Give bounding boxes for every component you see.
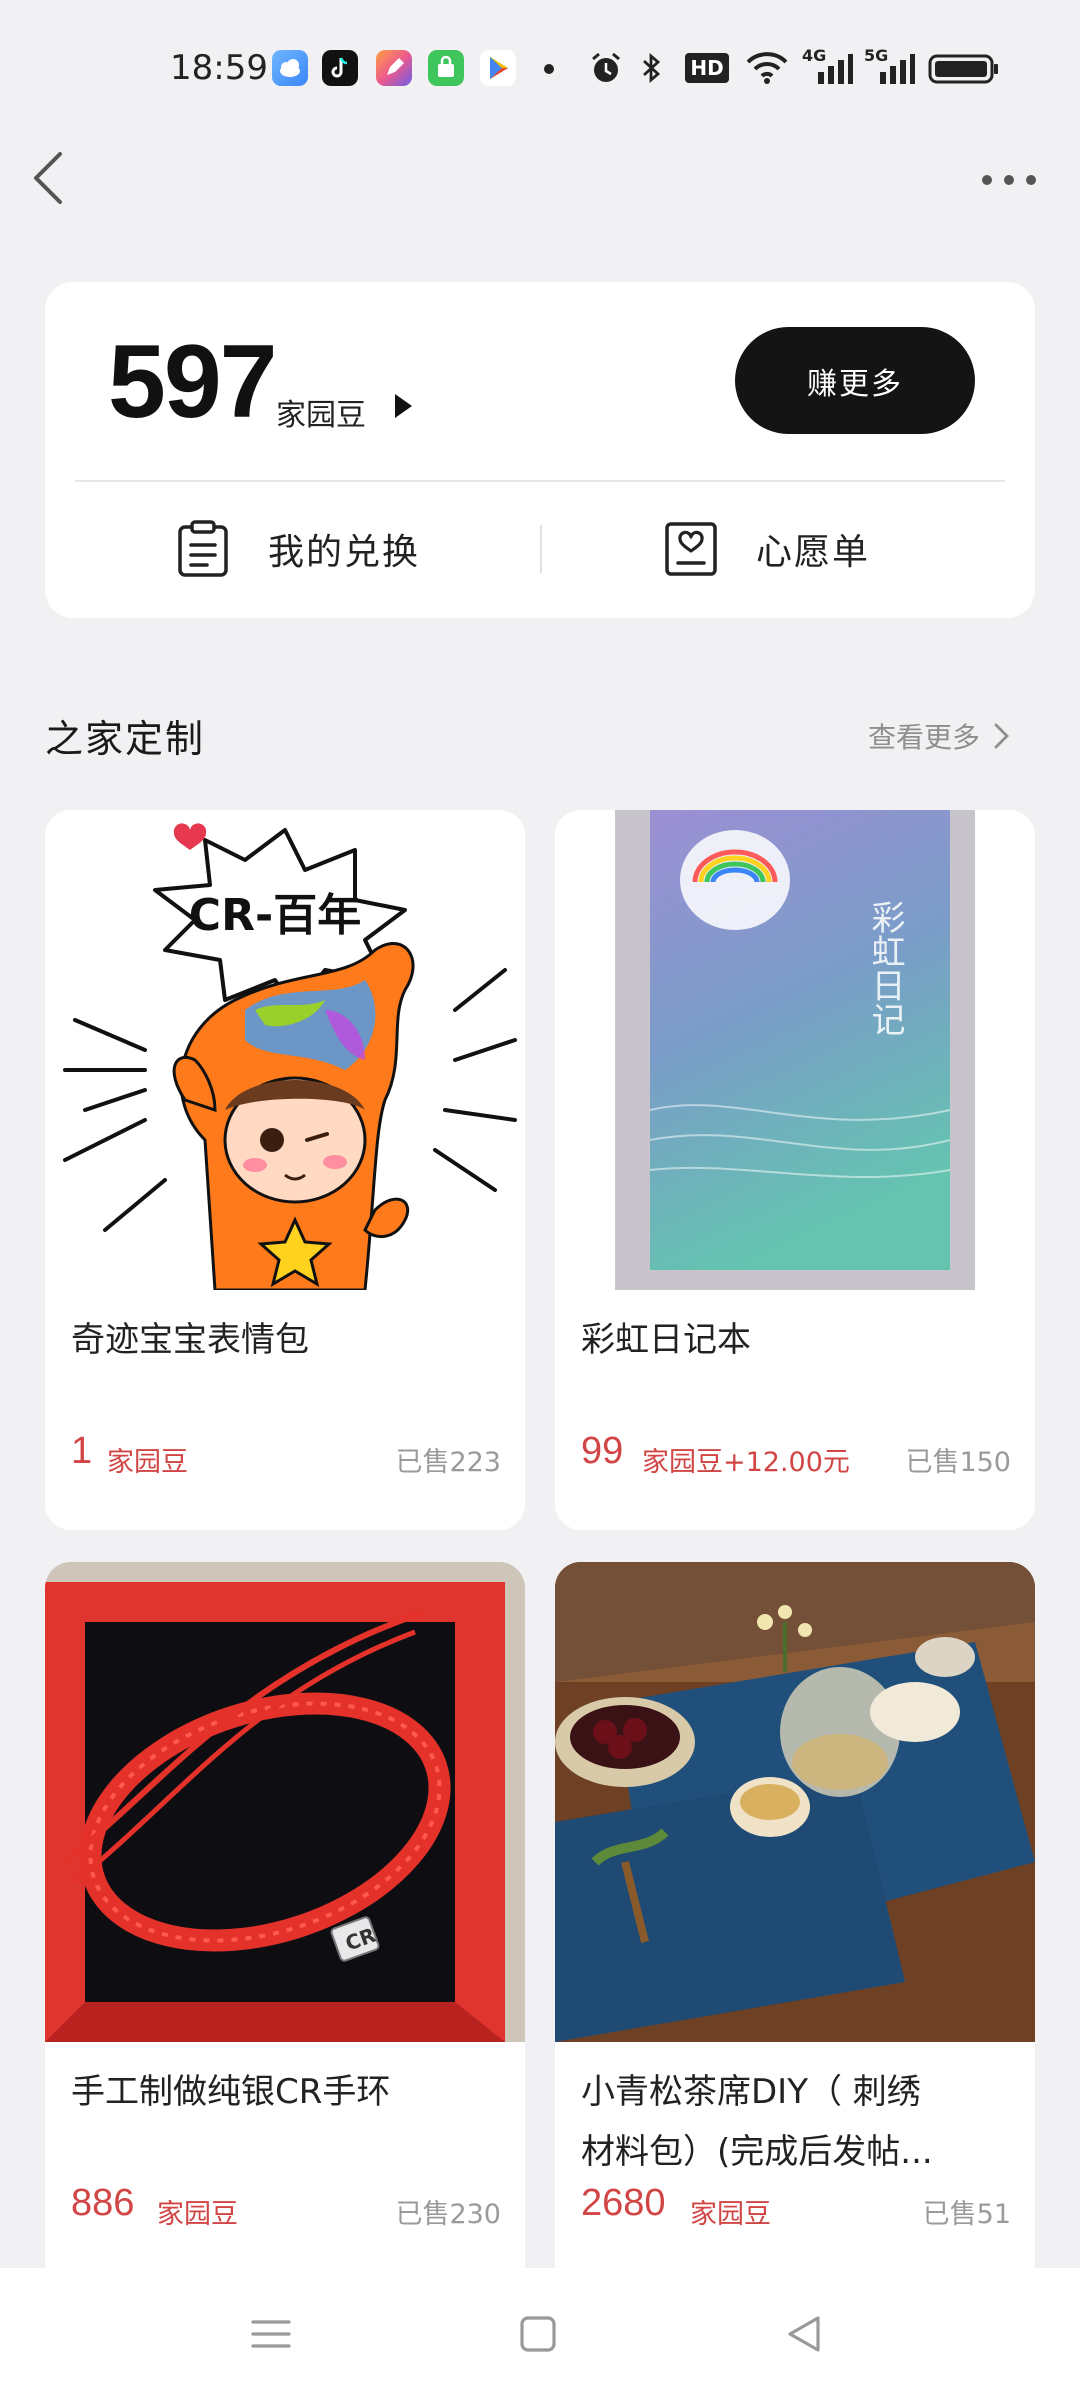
sticker-text: CR-百年 (189, 890, 361, 941)
product-sold-count: 已售150 (905, 1447, 1011, 1478)
hd-label: HD (685, 53, 729, 83)
section-title: 之家定制 (45, 717, 206, 761)
clipboard-icon (178, 520, 228, 577)
notification-dot-icon (544, 64, 554, 74)
chevron-right-icon (994, 723, 1009, 749)
product-image[interactable]: 彩虹日记 (555, 810, 1035, 1290)
notebook-cover-title: 彩虹日记 (865, 900, 905, 1036)
product-sold-count: 已售51 (922, 2199, 1011, 2230)
hd-icon: HD (685, 48, 729, 88)
product-price-unit: 家园豆+12.00元 (642, 1447, 850, 1478)
play-store-icon (480, 50, 516, 86)
back-nav-button[interactable] (778, 2308, 830, 2360)
chevron-left-icon (34, 152, 62, 204)
triangle-back-icon (788, 2316, 820, 2352)
my-exchange-label: 我的兑换 (268, 532, 421, 573)
product-name-line2: 材料包）(完成后发帖... (581, 2132, 933, 2172)
product-price: 99 (581, 1430, 624, 1472)
square-home-icon (520, 2316, 556, 2352)
product-sold-count: 已售223 (395, 1447, 501, 1478)
bluetooth-icon (636, 48, 668, 88)
home-button[interactable] (512, 2308, 564, 2360)
product-price: 1 (71, 1430, 93, 1472)
quick-links-separator (540, 525, 542, 573)
menu-lines-icon (251, 2320, 291, 2348)
product-card[interactable]: CR-百年 奇迹宝宝表情包 1 家园豆 已售223 (45, 810, 525, 1530)
wishlist-label: 心愿单 (756, 532, 871, 573)
points-balance[interactable]: 597 (108, 322, 278, 442)
product-price-unit: 家园豆 (690, 2199, 771, 2230)
product-name[interactable]: 奇迹宝宝表情包 (71, 1310, 501, 1370)
product-image[interactable] (555, 1562, 1035, 2042)
more-dots-icon (982, 175, 1036, 185)
product-price-unit: 家园豆 (157, 2199, 238, 2230)
weather-app-icon (272, 50, 308, 86)
alarm-icon (588, 48, 624, 88)
system-nav-bar (0, 2268, 1080, 2400)
product-price: 886 (71, 2182, 135, 2224)
my-exchange-link[interactable]: 我的兑换 (176, 514, 420, 584)
status-bar: 18:59 HD 4G 5G (0, 0, 1080, 140)
heart-card-icon (665, 522, 717, 576)
earn-more-button[interactable]: 赚更多 (735, 327, 975, 434)
product-price-unit: 家园豆 (107, 1447, 188, 1478)
product-sold-count: 已售230 (395, 2199, 501, 2230)
wishlist-link[interactable]: 心愿单 (664, 514, 870, 584)
signal-5g-icon: 5G (864, 46, 916, 88)
product-price: 2680 (581, 2182, 666, 2224)
more-options-button[interactable] (970, 160, 1048, 200)
battery-icon (928, 48, 1000, 88)
card-divider (75, 480, 1005, 482)
product-card[interactable]: 彩虹日记 彩虹日记本 99 家园豆+12.00元 已售150 (555, 810, 1035, 1530)
product-card[interactable]: CR 手工制做纯银CR手环 886 家园豆 已售230 (45, 1562, 525, 2292)
recent-apps-button[interactable] (245, 2308, 297, 2360)
back-button[interactable] (22, 146, 78, 210)
product-name[interactable]: 手工制做纯银CR手环 (71, 2062, 501, 2122)
product-name[interactable]: 小青松茶席DIY（ 刺绣 材料包）(完成后发帖... (581, 2062, 1011, 2182)
product-card[interactable]: 小青松茶席DIY（ 刺绣 材料包）(完成后发帖... 2680 家园豆 已售51 (555, 1562, 1035, 2292)
points-unit[interactable]: 家园豆 (276, 390, 366, 434)
wifi-icon (744, 48, 790, 88)
product-name-line1: 小青松茶席DIY（ 刺绣 (581, 2072, 921, 2112)
see-more-link[interactable]: 查看更多 (868, 716, 1012, 756)
product-image[interactable]: CR (45, 1562, 525, 2042)
pen-app-icon (376, 50, 412, 86)
shopping-app-icon (428, 50, 464, 86)
see-more-label: 查看更多 (868, 721, 981, 754)
tiktok-app-icon (322, 50, 358, 86)
caret-right-icon[interactable] (392, 392, 414, 420)
status-time: 18:59 (170, 48, 268, 88)
product-name[interactable]: 彩虹日记本 (581, 1310, 1011, 1370)
product-image[interactable]: CR-百年 (45, 810, 525, 1292)
signal-4g-icon: 4G (802, 46, 854, 88)
